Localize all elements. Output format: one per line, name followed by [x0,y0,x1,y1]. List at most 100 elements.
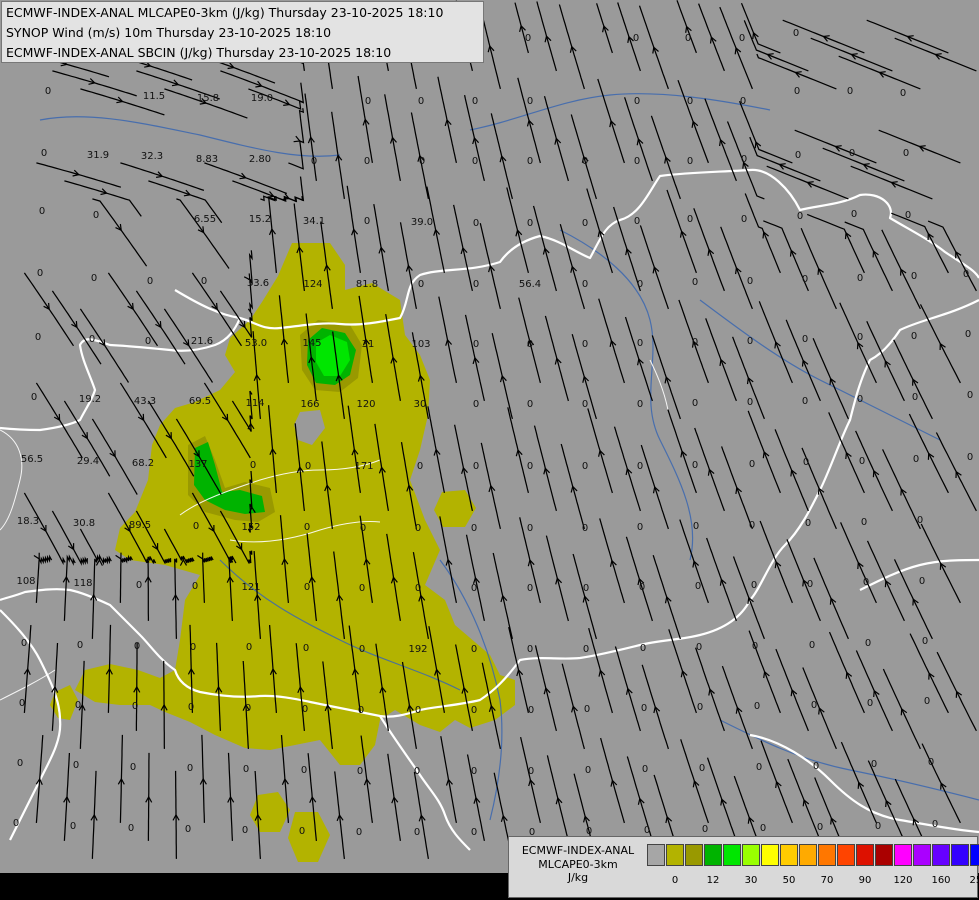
station-value: 0 [302,704,308,715]
station-value: 0 [193,521,199,532]
station-value: 0 [912,392,918,403]
station-value: 118 [73,578,92,589]
station-value: 0 [807,579,813,590]
station-value: 0 [242,825,248,836]
map-canvas[interactable]: 0 0 0 0 0 0 0 0 0 0 0 0 11.5 15.8 19.0 0 0 0 0 0 0 0 0 0 0 0 31.9 3… [0,0,979,900]
legend-swatch [894,844,912,866]
station-value: 6.55 [194,214,216,225]
station-value: 0 [527,339,533,350]
station-value: 0 [359,644,365,655]
station-value: 124 [303,279,322,290]
station-value: 0 [17,758,23,769]
legend-tick-label: 12 [706,875,720,886]
station-value: 0 [201,276,207,287]
station-value: 166 [300,399,319,410]
station-value: 0 [817,822,823,833]
station-value: 0 [913,454,919,465]
station-value: 0 [582,523,588,534]
legend-swatch [913,844,931,866]
station-value: 0 [89,334,95,345]
station-value: 0 [905,210,911,221]
station-value: 0 [637,338,643,349]
station-value: 68.2 [132,458,154,469]
station-value: 0 [365,96,371,107]
station-value: 0 [922,636,928,647]
station-value: 0 [739,33,745,44]
station-value: 0 [471,644,477,655]
legend-tick-label: 70 [820,875,834,886]
station-value: 0 [356,827,362,838]
legend-tick-label: 90 [858,875,872,886]
station-value: 0 [584,704,590,715]
station-value: 0 [473,339,479,350]
legend-swatch [780,844,798,866]
station-value: 0 [637,279,643,290]
station-value: 0 [471,827,477,838]
station-value: 0 [695,581,701,592]
station-value: 0 [687,96,693,107]
station-value: 0 [358,705,364,716]
station-value: 0 [754,701,760,712]
station-value: 0 [70,821,76,832]
station-value: 103 [411,339,430,350]
station-value: 0 [857,332,863,343]
station-value: 0 [130,762,136,773]
station-value: 0 [805,518,811,529]
station-value: 0 [471,523,477,534]
station-value: 0 [245,703,251,714]
station-value: 0 [414,766,420,777]
station-value: 0 [811,700,817,711]
legend-title: ECMWF-INDEX-ANAL MLCAPE0-3km J/kg [513,844,643,885]
station-value: 0 [527,644,533,655]
station-value: 0 [415,523,421,534]
station-value: 0 [692,337,698,348]
station-value: 0 [965,329,971,340]
legend-title-field: MLCAPE0-3km [538,857,618,871]
station-value: 0 [640,643,646,654]
station-value: 0 [364,156,370,167]
color-legend: ECMWF-INDEX-ANAL MLCAPE0-3km J/kg 0 12 30 5… [508,836,979,898]
station-value: 0 [582,399,588,410]
station-value: 0 [637,522,643,533]
station-value: 15.2 [249,214,271,225]
station-value: 0 [527,583,533,594]
station-value: 0 [304,522,310,533]
station-value: 0 [634,156,640,167]
station-value: 0 [802,274,808,285]
station-value: 89.5 [129,520,151,531]
station-value: 0 [642,764,648,775]
station-value: 145 [302,338,321,349]
station-value: 0 [77,640,83,651]
legend-swatch [704,844,722,866]
legend-tick-label: 120 [893,875,913,886]
station-value: 0 [741,214,747,225]
legend-swatch [742,844,760,866]
station-value: 0 [699,763,705,774]
station-value: 0 [917,515,923,526]
station-value: 0 [692,460,698,471]
station-value: 0 [802,334,808,345]
station-value: 0 [419,156,425,167]
station-value: 0 [634,216,640,227]
station-value: 0 [582,461,588,472]
station-value: 0 [963,269,969,280]
station-value: 0 [527,218,533,229]
station-value: 0 [187,763,193,774]
station-value: 0 [132,701,138,712]
station-value: 0 [250,460,256,471]
header-line-wind: SYNOP Wind (m/s) 10m Thursday 23-10-2025… [6,25,332,40]
station-value: 0 [35,332,41,343]
station-value: 0 [528,766,534,777]
legend-title-unit: J/kg [567,871,589,884]
legend-swatch [761,844,779,866]
legend-swatch [818,844,836,866]
station-value: 0 [900,88,906,99]
station-value: 0 [303,643,309,654]
station-value: 0 [311,156,317,167]
station-value: 0 [797,211,803,222]
station-value: 108 [16,576,35,587]
station-value: 18.3 [17,516,39,527]
station-value: 11.5 [143,91,165,102]
legend-swatch [932,844,950,866]
station-value: 0 [418,96,424,107]
